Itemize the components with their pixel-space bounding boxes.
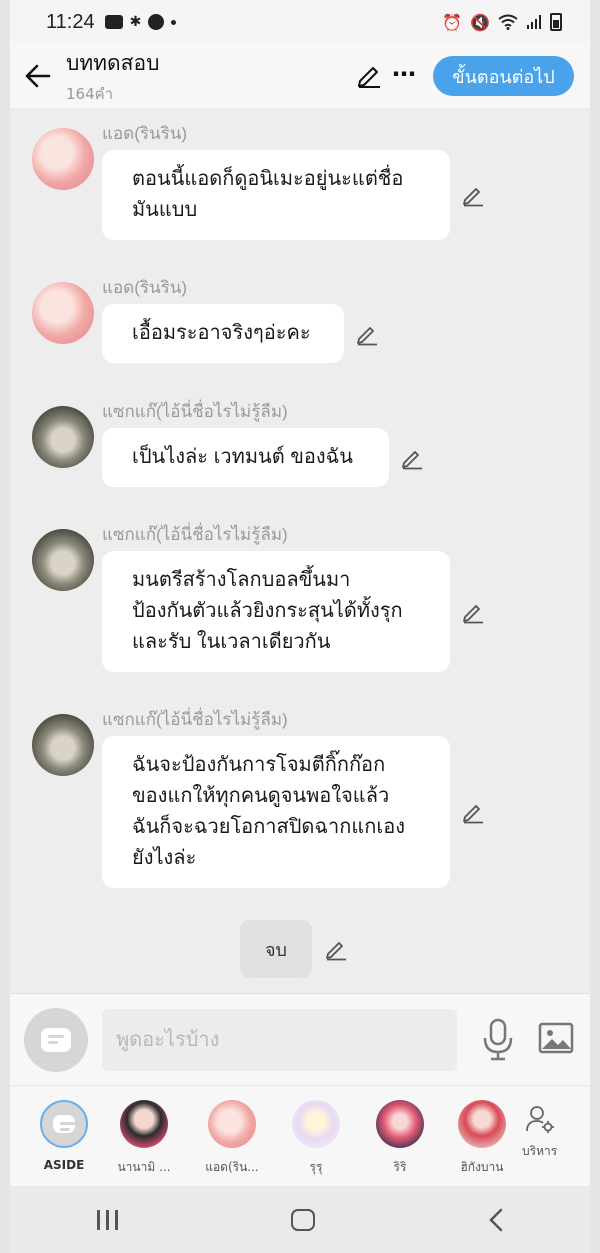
chat-bubble-icon — [41, 1028, 71, 1052]
aside-toggle-button[interactable] — [24, 1008, 88, 1072]
sender-name: แซกแก๊(ไอ้นี่ชื่อไรไม่รู้ลืม) — [102, 402, 288, 421]
edit-end-icon[interactable] — [324, 937, 348, 961]
message-line: เป็นไงล่ะ เวทมนต์ ของฉัน — [132, 446, 353, 468]
character-label: แอด(ริน... — [205, 1160, 259, 1174]
message-bubble[interactable]: เอื้อมระอาจริงๆอ่ะคะ — [102, 304, 344, 363]
message-bubble[interactable]: ตอนนี้แอดก็ดูอนิเมะอยู่นะแต่ชื่อมันแบบ — [102, 150, 450, 240]
character-label: รุรุ — [309, 1160, 323, 1174]
microphone-icon[interactable] — [480, 1018, 516, 1062]
top-app-bar: บททดสอบ 164คำ ⋯ ขั้นตอนต่อไป — [10, 44, 590, 108]
status-bar: 11:24 ✱ ⏰ 🔇 — [10, 0, 590, 44]
message-line: ของแกให้ทุกคนดูจนพอใจแล้ว — [132, 785, 390, 807]
image-icon[interactable] — [538, 1022, 574, 1054]
avatar[interactable] — [32, 128, 94, 190]
end-marker: จบ — [240, 920, 346, 978]
avatar — [292, 1100, 340, 1148]
message-line: ฉันจะป้องกันการโจมตีกิ๊กก๊อก — [132, 754, 386, 776]
character-label: นานามิ ... — [117, 1160, 171, 1174]
sender-name: แอด(รินริน) — [102, 124, 188, 143]
character-item[interactable]: นานามิ ... — [106, 1100, 182, 1177]
alarm-icon: ⏰ — [442, 12, 463, 32]
character-aside[interactable]: ASIDE — [26, 1100, 102, 1172]
message-input[interactable] — [102, 1009, 457, 1071]
manage-button[interactable]: บริหาร — [522, 1104, 557, 1161]
edit-message-icon[interactable] — [461, 800, 485, 824]
character-bar: บริหาร ASIDE นานามิ ... แอด(ริน... รุรุ ริริ… — [10, 1085, 590, 1186]
mute-icon: 🔇 — [470, 12, 490, 32]
character-label: ริริ — [393, 1160, 407, 1174]
user-settings-icon — [525, 1106, 554, 1133]
back-button[interactable] — [10, 48, 66, 104]
app-frame: 11:24 ✱ ⏰ 🔇 บททดสอบ 164คำ ⋯ ขั้นตอนต่อไป… — [10, 0, 590, 1253]
dot-icon — [171, 19, 177, 25]
sender-name: แอด(รินริน) — [102, 278, 188, 297]
message-line: ยังไงล่ะ — [132, 847, 197, 869]
avatar — [376, 1100, 424, 1148]
avatar — [208, 1100, 256, 1148]
chat-bubble-icon — [53, 1115, 76, 1133]
edit-title-icon[interactable] — [356, 62, 382, 88]
character-label: ASIDE — [43, 1158, 85, 1172]
avatar[interactable] — [32, 714, 94, 776]
end-button[interactable]: จบ — [240, 920, 312, 978]
system-icons: ⏰ 🔇 — [442, 13, 562, 32]
character-item[interactable]: ฮิกังบาน — [444, 1100, 520, 1177]
wifi-icon — [498, 14, 518, 30]
youtube-icon — [104, 15, 123, 29]
title-block: บททดสอบ 164คำ — [66, 47, 159, 106]
character-item[interactable]: แอด(ริน... — [194, 1100, 270, 1177]
manage-label: บริหาร — [522, 1144, 558, 1158]
sender-name: แซกแก๊(ไอ้นี่ชื่อไรไม่รู้ลืม) — [102, 710, 288, 729]
message-line: มนตรีสร้างโลกบอลขึ้นมา — [132, 569, 351, 591]
signal-icon — [527, 15, 541, 29]
notification-icons: ✱ — [104, 14, 177, 30]
edit-message-icon[interactable] — [461, 183, 485, 207]
input-bar — [10, 993, 590, 1085]
message-line: มันแบบ — [132, 199, 198, 221]
home-button[interactable] — [290, 1208, 315, 1231]
message-line: ฉันก็จะฉวยโอกาสปิดฉากแกเอง — [132, 816, 405, 838]
character-item[interactable]: รุรุ — [278, 1100, 354, 1177]
system-nav-bar — [10, 1186, 590, 1253]
battery-icon — [550, 13, 562, 31]
edit-message-icon[interactable] — [400, 446, 424, 470]
system-back-button[interactable] — [488, 1208, 504, 1232]
avatar — [120, 1100, 168, 1148]
message-line: ตอนนี้แอดก็ดูอนิเมะอยู่นะแต่ชื่อ — [132, 168, 404, 190]
message-bubble[interactable]: ฉันจะป้องกันการโจมตีกิ๊กก๊อกของแกให้ทุกค… — [102, 736, 450, 888]
bluetooth-icon: ✱ — [129, 14, 142, 30]
more-options-button[interactable]: ⋯ — [392, 60, 417, 88]
message-bubble[interactable]: มนตรีสร้างโลกบอลขึ้นมาป้องกันตัวแล้วยิงก… — [102, 551, 450, 672]
character-item[interactable]: ริริ — [362, 1100, 438, 1177]
avatar[interactable] — [32, 282, 94, 344]
message-line: ป้องกันตัวแล้วยิงกระสุนได้ทั้งรุก — [132, 600, 403, 622]
message-bubble[interactable]: เป็นไงล่ะ เวทมนต์ ของฉัน — [102, 428, 389, 487]
chat-bubble-icon — [40, 1100, 88, 1148]
sender-name: แซกแก๊(ไอ้นี่ชื่อไรไม่รู้ลืม) — [102, 525, 288, 544]
message-line: เอื้อมระอาจริงๆอ่ะคะ — [132, 322, 311, 344]
arrow-left-icon — [25, 64, 51, 88]
recent-apps-button[interactable] — [96, 1209, 118, 1230]
edit-message-icon[interactable] — [355, 322, 379, 346]
page-title: บททดสอบ — [66, 51, 160, 75]
avatar[interactable] — [32, 529, 94, 591]
message-line: และรับ ในเวลาเดียวกัน — [132, 631, 331, 653]
status-time: 11:24 — [46, 10, 95, 33]
avatar[interactable] — [32, 406, 94, 468]
character-label: ฮิกังบาน — [460, 1160, 504, 1174]
line-icon — [148, 14, 165, 30]
next-step-button[interactable]: ขั้นตอนต่อไป — [433, 56, 574, 96]
edit-message-icon[interactable] — [461, 600, 485, 624]
chat-area[interactable]: จบ แอด(รินริน) ตอนนี้แอดก็ดูอนิเมะอยู่นะแ… — [10, 108, 590, 992]
word-count: 164คำ — [66, 84, 114, 103]
avatar — [458, 1100, 506, 1148]
